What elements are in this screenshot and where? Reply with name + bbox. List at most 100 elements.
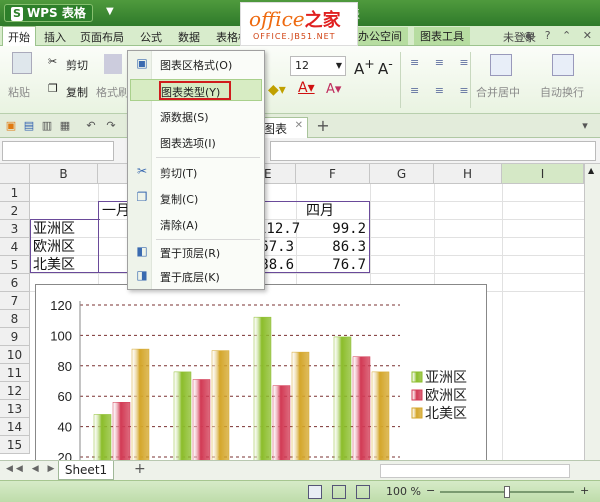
cell-region-asia[interactable]: 亚洲区 <box>33 220 75 238</box>
tab-office-space[interactable]: 办公空间 <box>352 27 408 45</box>
undo-icon[interactable]: ↶ <box>84 119 98 133</box>
clear-format-icon[interactable]: A▾ <box>326 82 341 97</box>
folder-icon[interactable]: ▣ <box>4 119 18 133</box>
cell-f4[interactable]: 86.3 <box>300 238 366 256</box>
cell-f5[interactable]: 76.7 <box>300 256 366 274</box>
close-icon[interactable]: ✕ <box>295 120 303 131</box>
row-header-5[interactable]: 5 <box>0 256 30 274</box>
embedded-chart[interactable]: 120 100 80 60 40 20 亚洲区 欧洲区 北美区 <box>35 284 488 465</box>
tab-page-layout[interactable]: 页面布局 <box>80 29 124 45</box>
context-menu: ▣ 图表区格式(O) 图表类型(Y) 源数据(S) 图表选项(I) ✂ 剪切(T) … <box>127 50 265 290</box>
row-header-7[interactable]: 7 <box>0 292 30 310</box>
paste-button[interactable]: 粘贴 <box>8 84 30 100</box>
font-size-select[interactable]: 12 ▼ <box>290 56 346 76</box>
add-sheet-icon[interactable]: + <box>134 461 146 477</box>
menu-item-chart-area-format[interactable]: ▣ 图表区格式(O) <box>130 53 262 75</box>
column-header-e[interactable]: E <box>262 164 296 184</box>
tab-list-icon[interactable]: ▾ <box>578 119 592 133</box>
tab-insert[interactable]: 插入 <box>44 29 66 45</box>
align-top-icons[interactable]: ≡ ≡ ≡ <box>410 56 475 69</box>
row-header-11[interactable]: 11 <box>0 364 30 382</box>
copy-icon[interactable]: ❐ <box>48 82 58 95</box>
row-header-14[interactable]: 14 <box>0 418 30 436</box>
page-break-icon[interactable] <box>356 485 370 499</box>
app-menu-button[interactable]: S WPS 表格 <box>4 4 93 22</box>
cut-button[interactable]: 剪切 <box>66 57 88 73</box>
cell-region-na[interactable]: 北美区 <box>33 256 75 274</box>
align-left-icons[interactable]: ≡ ≡ ≡ <box>410 84 475 97</box>
merge-icon[interactable] <box>490 54 512 76</box>
preview-icon[interactable]: ▦ <box>58 119 72 133</box>
row-header-15[interactable]: 15 <box>0 436 30 454</box>
bar <box>272 385 291 465</box>
zoom-in-icon[interactable]: + <box>580 484 589 497</box>
zoom-slider-thumb[interactable] <box>504 486 510 498</box>
column-header-f[interactable]: F <box>296 164 370 184</box>
page-layout-icon[interactable] <box>332 485 346 499</box>
header-apr[interactable]: 四月 <box>306 202 334 220</box>
copy-button[interactable]: 复制 <box>66 84 88 100</box>
font-color-icon[interactable]: A▾ <box>298 80 315 96</box>
column-header-i[interactable]: I <box>502 164 584 184</box>
row-header-10[interactable]: 10 <box>0 346 30 364</box>
menu-item-cut[interactable]: ✂ 剪切(T) <box>130 161 262 183</box>
row-header-9[interactable]: 9 <box>0 328 30 346</box>
redo-icon[interactable]: ↷ <box>104 119 118 133</box>
row-header-3[interactable]: 3 <box>0 220 30 238</box>
row-header-13[interactable]: 13 <box>0 400 30 418</box>
row-header-2[interactable]: 2 <box>0 202 30 220</box>
sheet-tab-sheet1[interactable]: Sheet1 <box>58 461 114 480</box>
menu-item-source-data[interactable]: 源数据(S) <box>130 105 262 127</box>
quick-icons[interactable]: ◉ ? ⌃ ✕ <box>524 29 596 42</box>
zoom-level: 100 % <box>386 485 421 498</box>
menu-item-send-to-back[interactable]: ◨ 置于底层(K) <box>130 265 262 287</box>
format-painter-icon[interactable] <box>104 54 122 74</box>
wrap-text-button[interactable]: 自动换行 <box>540 84 584 100</box>
normal-view-icon[interactable] <box>308 485 322 499</box>
chevron-down-icon[interactable]: ▼ <box>106 6 114 17</box>
format-painter-button[interactable]: 格式刷 <box>96 84 129 100</box>
tab-home[interactable]: 开始 <box>2 26 36 46</box>
row-header-12[interactable]: 12 <box>0 382 30 400</box>
chevron-down-icon: ▼ <box>335 61 342 70</box>
bar-chart[interactable]: 12010080604020亚洲区欧洲区北美区 <box>36 285 488 465</box>
tab-formulas[interactable]: 公式 <box>140 29 162 45</box>
decrease-font-icon[interactable]: A- <box>378 56 393 78</box>
fill-color-icon[interactable]: ◆▾ <box>268 82 286 98</box>
menu-item-bring-to-front[interactable]: ◧ 置于顶层(R) <box>130 241 262 263</box>
row-header-1[interactable]: 1 <box>0 184 30 202</box>
legend-label: 北美区 <box>425 406 467 422</box>
select-all-corner[interactable] <box>0 164 30 184</box>
scissors-icon[interactable]: ✂ <box>48 55 57 68</box>
row-header-6[interactable]: 6 <box>0 274 30 292</box>
sheet-tab-bar: ◀◀ ◀ ▶ ▶▶ Sheet1 + <box>0 460 600 480</box>
tab-data[interactable]: 数据 <box>178 29 200 45</box>
menu-item-chart-type[interactable]: 图表类型(Y) <box>130 79 262 101</box>
horizontal-scrollbar[interactable] <box>380 464 570 478</box>
legend-swatch <box>411 407 423 419</box>
wrap-icon[interactable] <box>552 54 574 76</box>
menu-item-chart-options[interactable]: 图表选项(I) <box>130 131 262 153</box>
row-header-4[interactable]: 4 <box>0 238 30 256</box>
zoom-out-icon[interactable]: − <box>426 484 435 497</box>
new-tab-icon[interactable]: + <box>316 118 330 134</box>
merge-center-button[interactable]: 合并居中 <box>476 84 520 100</box>
menu-item-copy[interactable]: ❐ 复制(C) <box>130 187 262 209</box>
menu-item-clear[interactable]: 清除(A) <box>130 213 262 235</box>
column-header-h[interactable]: H <box>434 164 502 184</box>
column-header-g[interactable]: G <box>370 164 434 184</box>
print-icon[interactable]: ▥ <box>40 119 54 133</box>
header-jan[interactable]: 一月 <box>102 202 130 220</box>
column-header-b[interactable]: B <box>30 164 98 184</box>
paste-icon[interactable] <box>12 52 32 74</box>
cell-f3[interactable]: 99.2 <box>300 220 366 238</box>
cell-region-europe[interactable]: 欧洲区 <box>33 238 75 256</box>
tab-chart-tools[interactable]: 图表工具 <box>414 27 470 45</box>
increase-font-icon[interactable]: A+ <box>354 56 375 78</box>
save-icon[interactable]: ▤ <box>22 119 36 133</box>
formula-input[interactable] <box>270 141 596 161</box>
name-box[interactable] <box>2 141 114 161</box>
row-header-8[interactable]: 8 <box>0 310 30 328</box>
scroll-up-icon[interactable]: ▲ <box>588 166 594 175</box>
vertical-scrollbar[interactable]: ▲ <box>584 164 600 460</box>
